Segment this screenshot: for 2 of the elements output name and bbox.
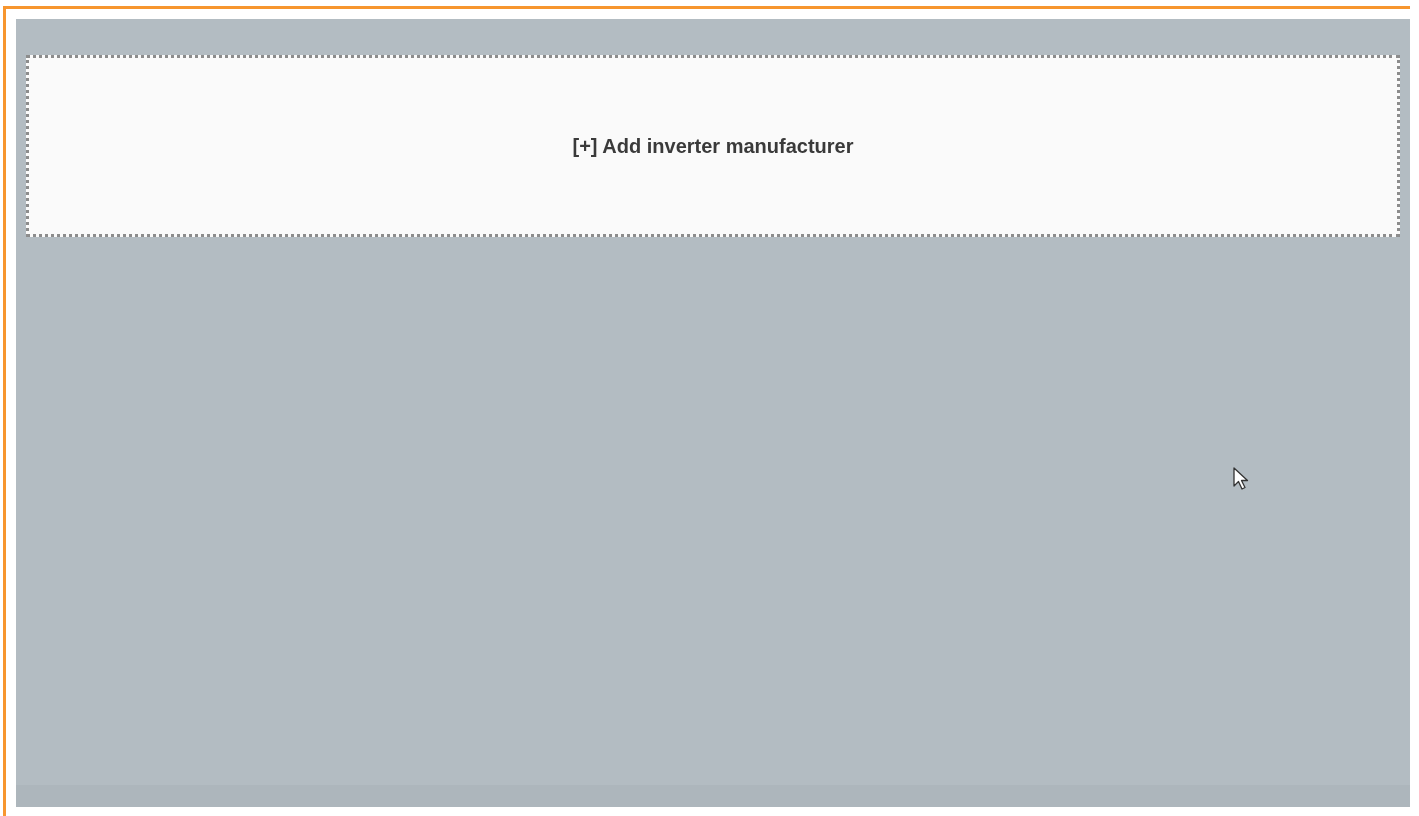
add-manufacturer-button[interactable]: [+] Add inverter manufacturer <box>26 55 1400 237</box>
cursor-icon <box>1233 467 1251 491</box>
